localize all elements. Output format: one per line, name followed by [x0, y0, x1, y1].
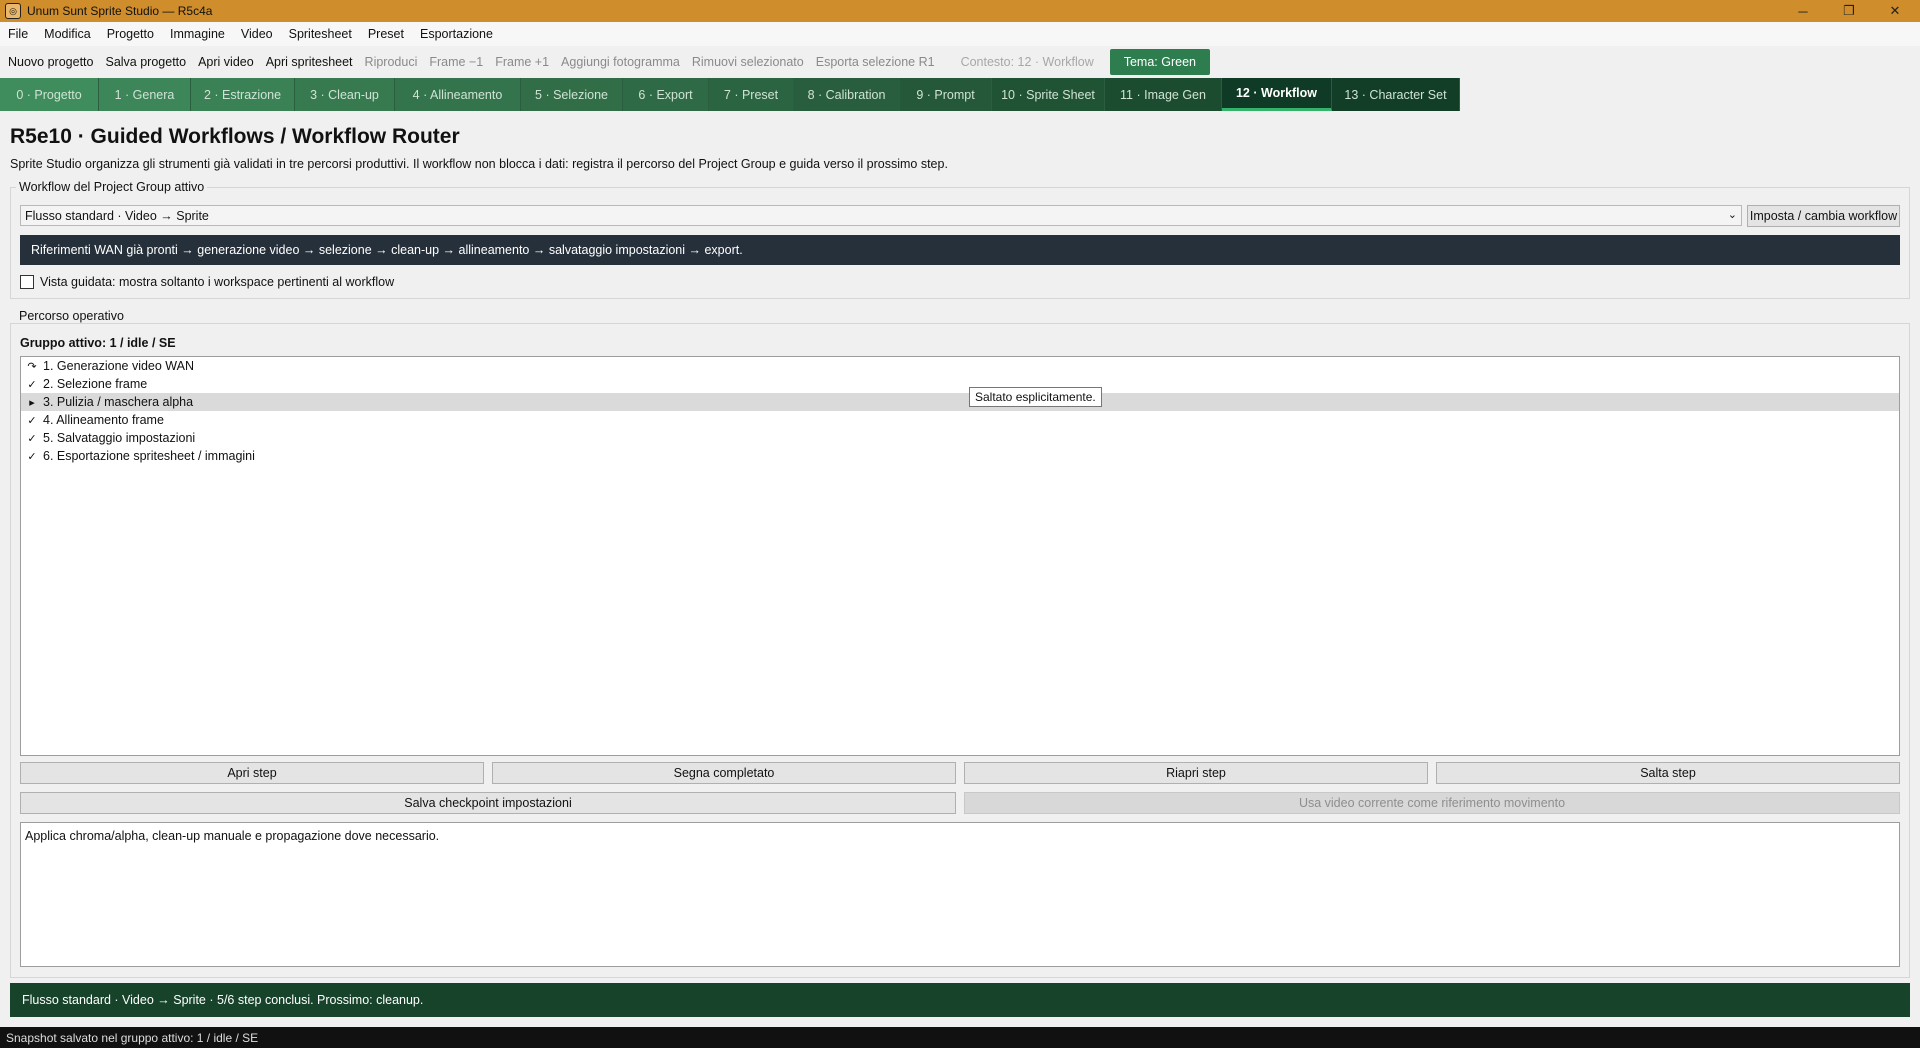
- save-project-button[interactable]: Salva progetto: [99, 55, 192, 69]
- menu-file[interactable]: File: [0, 27, 36, 41]
- tab-progetto[interactable]: 0 · Progetto: [0, 78, 99, 111]
- workflow-select-value: Flusso standard · Video → Sprite: [25, 208, 209, 223]
- step-label: 2. Selezione frame: [43, 377, 148, 391]
- use-video-reference-button[interactable]: Usa video corrente come riferimento movi…: [964, 792, 1900, 814]
- menu-progetto[interactable]: Progetto: [99, 27, 162, 41]
- list-item-selected[interactable]: ▸ 3. Pulizia / maschera alpha: [21, 393, 1899, 411]
- guided-view-label: Vista guidata: mostra soltanto i workspa…: [40, 275, 395, 289]
- close-icon[interactable]: ✕: [1872, 0, 1918, 22]
- check-icon: ✓: [27, 378, 37, 391]
- new-project-button[interactable]: Nuovo progetto: [0, 55, 99, 69]
- play-button[interactable]: Riproduci: [359, 55, 424, 69]
- menu-modifica[interactable]: Modifica: [36, 27, 99, 41]
- restore-icon[interactable]: ❐: [1826, 0, 1872, 22]
- tab-calibration[interactable]: 8 · Calibration: [794, 78, 900, 111]
- add-frame-button[interactable]: Aggiungi fotogramma: [555, 55, 686, 69]
- list-item[interactable]: ✓ 6. Esportazione spritesheet / immagini: [21, 447, 1899, 465]
- tab-workflow[interactable]: 12 · Workflow: [1222, 78, 1332, 111]
- tab-sprite-sheet[interactable]: 10 · Sprite Sheet: [992, 78, 1105, 111]
- workflow-group-title: Workflow del Project Group attivo: [16, 180, 208, 194]
- workflow-status: Flusso standard · Video → Sprite · 5/6 s…: [10, 983, 1910, 1017]
- tab-preset[interactable]: 7 · Preset: [709, 78, 794, 111]
- tab-genera[interactable]: 1 · Genera: [99, 78, 191, 111]
- tooltip: Saltato esplicitamente.: [969, 387, 1102, 407]
- context-label: Contesto: 12 · Workflow: [960, 55, 1094, 69]
- workflow-select[interactable]: Flusso standard · Video → Sprite ⌄: [20, 205, 1742, 226]
- menu-immagine[interactable]: Immagine: [162, 27, 233, 41]
- list-item[interactable]: ✓ 4. Allineamento frame: [21, 411, 1899, 429]
- menu-video[interactable]: Video: [233, 27, 281, 41]
- current-step-icon: ▸: [29, 396, 35, 409]
- mark-complete-button[interactable]: Segna completato: [492, 762, 956, 784]
- reopen-step-button[interactable]: Riapri step: [964, 762, 1428, 784]
- workspace-tabs: 0 · Progetto 1 · Genera 2 · Estrazione 3…: [0, 78, 1460, 111]
- path-group-title: Percorso operativo: [16, 309, 127, 323]
- remove-selected-button[interactable]: Rimuovi selezionato: [686, 55, 810, 69]
- check-icon: ✓: [27, 432, 37, 445]
- open-video-button[interactable]: Apri video: [192, 55, 260, 69]
- set-workflow-button[interactable]: Imposta / cambia workflow: [1747, 205, 1900, 227]
- skip-icon: ↷: [27, 360, 37, 373]
- frame-next-button[interactable]: Frame +1: [489, 55, 555, 69]
- check-icon: ✓: [27, 414, 37, 427]
- tab-image-gen[interactable]: 11 · Image Gen: [1105, 78, 1222, 111]
- chevron-down-icon: ⌄: [1727, 209, 1737, 221]
- list-item[interactable]: ✓ 2. Selezione frame: [21, 375, 1899, 393]
- app-logo-icon: ◎: [5, 3, 21, 19]
- export-selection-button[interactable]: Esporta selezione R1: [810, 55, 941, 69]
- step-label: 3. Pulizia / maschera alpha: [43, 395, 194, 409]
- steps-list[interactable]: ↷ 1. Generazione video WAN ✓ 2. Selezion…: [20, 356, 1900, 756]
- tab-prompt[interactable]: 9 · Prompt: [900, 78, 992, 111]
- window-title: Unum Sunt Sprite Studio — R5c4a: [27, 4, 213, 18]
- list-item[interactable]: ↷ 1. Generazione video WAN: [21, 357, 1899, 375]
- guided-view-checkbox[interactable]: Vista guidata: mostra soltanto i workspa…: [20, 275, 394, 289]
- step-label: 1. Generazione video WAN: [43, 359, 195, 373]
- workflow-description-banner: Riferimenti WAN già pronti → generazione…: [20, 235, 1900, 265]
- frame-prev-button[interactable]: Frame −1: [423, 55, 489, 69]
- skip-step-button[interactable]: Salta step: [1436, 762, 1900, 784]
- list-item[interactable]: ✓ 5. Salvataggio impostazioni: [21, 429, 1899, 447]
- open-spritesheet-button[interactable]: Apri spritesheet: [260, 55, 359, 69]
- tab-allineamento[interactable]: 4 · Allineamento: [395, 78, 521, 111]
- check-icon: ✓: [27, 450, 37, 463]
- step-notes[interactable]: Applica chroma/alpha, clean-up manuale e…: [20, 822, 1900, 967]
- status-bar: Snapshot salvato nel gruppo attivo: 1 / …: [0, 1027, 1920, 1048]
- page-description: Sprite Studio organizza gli strumenti gi…: [10, 157, 948, 171]
- tab-selezione[interactable]: 5 · Selezione: [521, 78, 623, 111]
- menu-bar: File Modifica Progetto Immagine Video Sp…: [0, 22, 1920, 46]
- tab-export[interactable]: 6 · Export: [623, 78, 709, 111]
- tab-estrazione[interactable]: 2 · Estrazione: [191, 78, 295, 111]
- menu-spritesheet[interactable]: Spritesheet: [281, 27, 360, 41]
- page-title: R5e10 · Guided Workflows / Workflow Rout…: [10, 125, 460, 148]
- title-bar: ◎ Unum Sunt Sprite Studio — R5c4a ─ ❐ ✕: [0, 0, 1920, 22]
- open-step-button[interactable]: Apri step: [20, 762, 484, 784]
- tab-clean-up[interactable]: 3 · Clean-up: [295, 78, 395, 111]
- tab-character-set[interactable]: 13 · Character Set: [1332, 78, 1460, 111]
- checkbox-icon[interactable]: [20, 275, 34, 289]
- theme-button[interactable]: Tema: Green: [1109, 49, 1210, 75]
- menu-preset[interactable]: Preset: [360, 27, 412, 41]
- step-label: 4. Allineamento frame: [43, 413, 164, 427]
- step-label: 6. Esportazione spritesheet / immagini: [43, 449, 255, 463]
- menu-esportazione[interactable]: Esportazione: [412, 27, 501, 41]
- save-checkpoint-button[interactable]: Salva checkpoint impostazioni: [20, 792, 956, 814]
- toolbar: Nuovo progetto Salva progetto Apri video…: [0, 47, 1920, 77]
- minimize-icon[interactable]: ─: [1780, 0, 1826, 22]
- step-label: 5. Salvataggio impostazioni: [43, 431, 196, 445]
- active-group-label: Gruppo attivo: 1 / idle / SE: [20, 336, 176, 350]
